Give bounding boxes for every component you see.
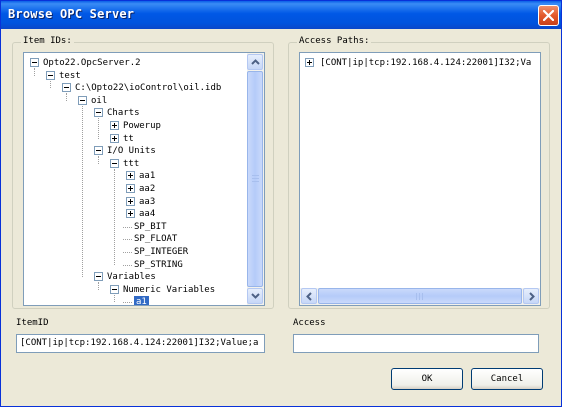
tree-node-label: C:\Opto22\ioControl\oil.idb (75, 83, 222, 94)
expand-plus-icon[interactable] (305, 58, 314, 67)
tree-connector (114, 168, 115, 265)
item-tree-vscrollbar[interactable] (247, 53, 264, 305)
tree-node-label: Opto22.OpcServer.2 (43, 58, 141, 68)
scroll-thumb[interactable] (318, 288, 522, 304)
tree-node-label: tt (123, 133, 134, 144)
collapse-minus-icon[interactable] (94, 108, 103, 118)
access-paths-legend: Access Paths: (297, 36, 372, 46)
tree-node-label: test (59, 70, 81, 81)
tree-node-label: Variables (107, 272, 156, 283)
collapse-minus-icon[interactable] (30, 58, 39, 67)
expand-plus-icon[interactable] (110, 121, 119, 130)
tree-connector (123, 226, 132, 228)
scroll-down-button[interactable] (247, 288, 263, 304)
tree-connector (66, 93, 67, 101)
expand-plus-icon[interactable] (126, 196, 135, 206)
tree-connector (34, 68, 35, 76)
scroll-right-button[interactable] (523, 288, 539, 304)
collapse-minus-icon[interactable] (110, 158, 119, 168)
tree-connector (123, 252, 132, 253)
access-paths-hscrollbar[interactable] (300, 288, 540, 305)
item-ids-legend: Item IDs: (21, 36, 74, 46)
tree-connector (98, 118, 99, 139)
tree-node-label: ttt (123, 158, 140, 169)
collapse-minus-icon[interactable] (110, 284, 119, 294)
tree-connector (123, 264, 132, 266)
tree-node-label: Charts (107, 108, 140, 119)
tree-node-label: aa1 (139, 171, 156, 182)
tree-node-label: I/O Units (107, 146, 156, 157)
collapse-minus-icon[interactable] (94, 146, 103, 156)
tree-node-label: Numeric Variables (123, 284, 216, 295)
browse-opc-server-dialog: Browse OPC Server Item IDs: Opto22.OpcSe… (0, 0, 562, 407)
expand-plus-icon[interactable] (126, 184, 135, 193)
expand-plus-icon[interactable] (126, 209, 135, 219)
tree-connector (114, 294, 115, 303)
chevron-left-icon (306, 292, 312, 301)
tree-connector (98, 156, 99, 164)
tree-node-label: a1 (134, 296, 149, 305)
tree-connector (123, 302, 132, 304)
tree-node-label: Powerup (123, 121, 161, 131)
chevron-up-icon (251, 59, 260, 65)
collapse-minus-icon[interactable] (62, 83, 71, 93)
ok-button[interactable]: OK (391, 368, 463, 390)
collapse-minus-icon[interactable] (46, 70, 55, 80)
window-title: Browse OPC Server (8, 7, 135, 21)
close-button[interactable] (538, 5, 559, 26)
expand-plus-icon[interactable] (110, 133, 119, 143)
title-bar[interactable]: Browse OPC Server (1, 1, 561, 29)
scroll-left-button[interactable] (301, 288, 317, 304)
chevron-down-icon (251, 293, 260, 299)
cancel-button[interactable]: Cancel (471, 368, 543, 390)
scroll-up-button[interactable] (247, 54, 263, 70)
itemid-field[interactable]: [CONT|ip|tcp:192.168.4.124:22001]I32;Val… (16, 334, 265, 353)
chevron-right-icon (529, 292, 535, 301)
itemid-label: ItemID (16, 318, 49, 328)
collapse-minus-icon[interactable] (78, 95, 87, 105)
scroll-thumb[interactable] (247, 71, 263, 287)
collapse-minus-icon[interactable] (94, 272, 103, 282)
close-icon (543, 10, 554, 21)
tree-connector (98, 282, 99, 290)
tree-connector (123, 239, 132, 241)
tree-node-label: aa2 (139, 184, 156, 194)
access-paths-tree[interactable]: [CONT|ip|tcp:192.168.4.124:22001]I32;Va (299, 52, 541, 306)
access-field[interactable] (293, 334, 539, 353)
tree-node-label: SP_INTEGER (134, 247, 189, 257)
item-ids-tree[interactable]: Opto22.OpcServer.2 test C:\Opto22\ioContro… (23, 52, 265, 306)
tree-connector (82, 105, 83, 278)
tree-node-label: SP_FLOAT (134, 234, 178, 245)
tree-node-label: aa3 (139, 196, 156, 207)
expand-plus-icon[interactable] (126, 171, 135, 181)
tree-node-label: SP_STRING (134, 259, 183, 270)
tree-node-label: SP_BIT (134, 221, 167, 232)
access-label: Access (293, 318, 326, 328)
tree-connector (50, 80, 51, 89)
tree-node-label: aa4 (139, 209, 156, 220)
tree-node-label: oil (91, 95, 108, 106)
access-path-label: [CONT|ip|tcp:192.168.4.124:22001]I32;Va (320, 58, 532, 68)
